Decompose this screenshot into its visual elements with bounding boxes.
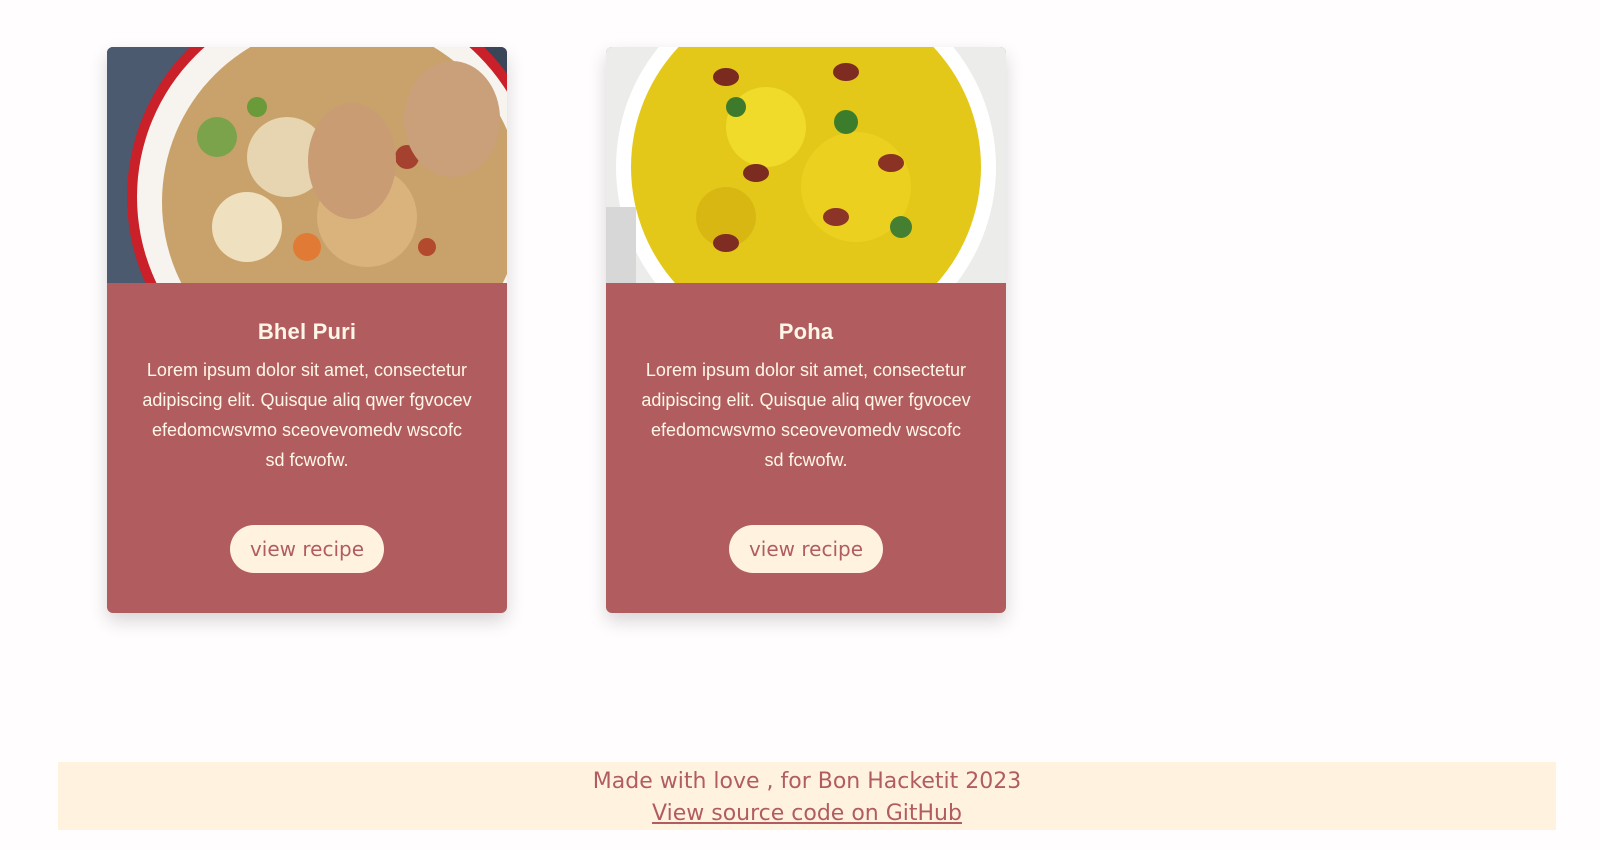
recipe-card-body: Bhel Puri Lorem ipsum dolor sit amet, co… [107, 283, 507, 573]
recipe-card-poha: Poha Lorem ipsum dolor sit amet, consect… [606, 47, 1006, 613]
view-recipe-button[interactable]: view recipe [728, 525, 884, 573]
bhel-puri-photo [107, 47, 507, 283]
poha-image [606, 47, 1006, 283]
footer: Made with love , for Bon Hacketit 2023 V… [58, 762, 1556, 830]
recipe-title: Poha [778, 319, 834, 344]
recipe-title: Bhel Puri [257, 319, 357, 344]
recipe-description: Lorem ipsum dolor sit amet, consectetur … [641, 360, 971, 470]
bhel-puri-image [107, 47, 507, 283]
recipe-description: Lorem ipsum dolor sit amet, consectetur … [142, 360, 472, 470]
recipe-card-body: Poha Lorem ipsum dolor sit amet, consect… [606, 283, 1006, 573]
recipe-card-bhel-puri: Bhel Puri Lorem ipsum dolor sit amet, co… [107, 47, 507, 613]
poha-photo [606, 47, 1006, 283]
view-recipe-button[interactable]: view recipe [229, 525, 385, 573]
recipes-page: Bhel Puri Lorem ipsum dolor sit amet, co… [0, 0, 1600, 850]
footer-credit: Made with love , for Bon Hacketit 2023 [592, 769, 1022, 794]
github-source-link[interactable]: View source code on GitHub [652, 800, 962, 828]
